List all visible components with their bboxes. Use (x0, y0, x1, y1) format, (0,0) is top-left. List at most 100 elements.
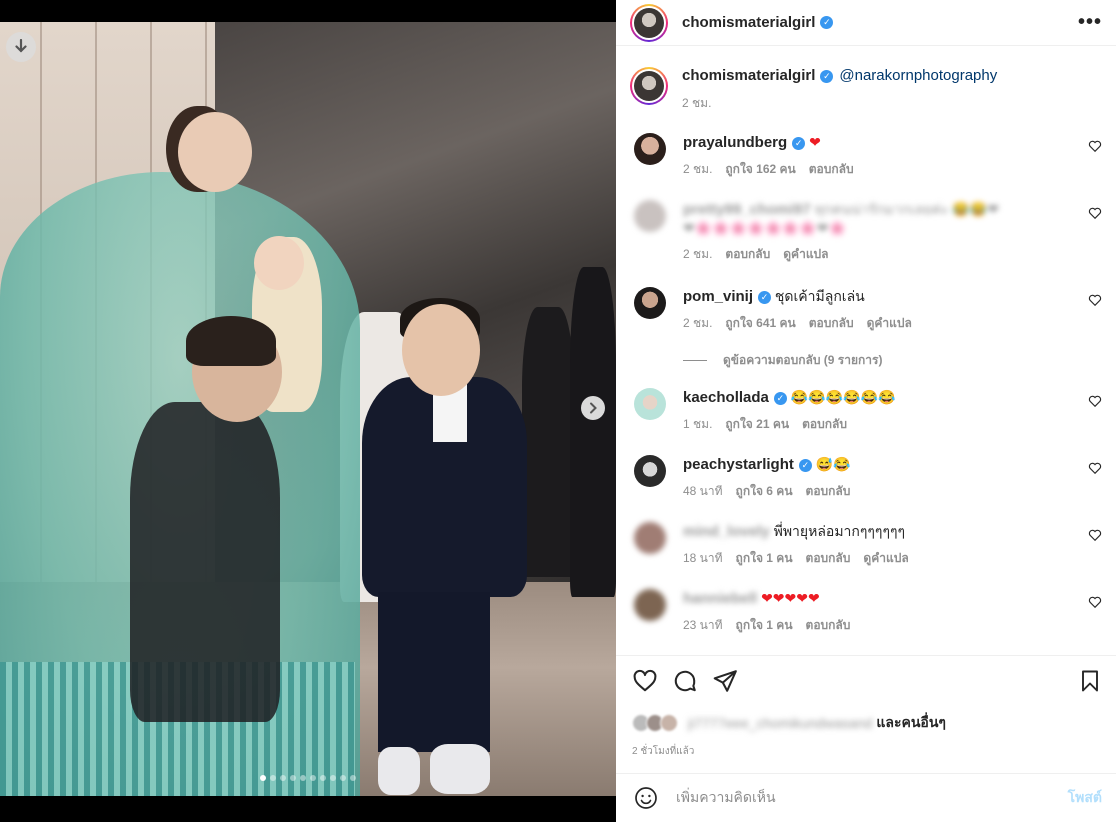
like-comment-heart-icon[interactable] (1088, 206, 1102, 220)
comment-icon[interactable] (672, 668, 698, 694)
post-comment-button[interactable]: โพสต์ (1068, 787, 1102, 809)
carousel-dot (280, 775, 286, 781)
view-replies-label[interactable]: ดูข้อความตอบกลับ (9 รายการ) (723, 351, 882, 370)
comment-text: พี่พายุหล่อมากๆๆๆๆๆๆ (773, 523, 906, 539)
reply-button[interactable]: ตอบกลับ (802, 415, 847, 434)
reply-button[interactable]: ตอบกลับ (806, 549, 851, 568)
verified-icon: ✓ (773, 391, 787, 405)
commenter-avatar[interactable] (634, 455, 666, 487)
commenter-username[interactable]: mind_lovely (683, 523, 770, 540)
comment-time: 23 นาที (683, 618, 723, 632)
commenter-username[interactable]: prayalundberg (683, 134, 787, 151)
comment-time: 2 ชม. (683, 247, 713, 261)
translate-button[interactable]: ดูคำแปล (867, 314, 912, 333)
commenter-avatar[interactable] (634, 200, 666, 232)
commenter-avatar[interactable] (634, 388, 666, 420)
reply-button[interactable]: ตอบกลับ (806, 482, 851, 501)
like-comment-heart-icon[interactable] (1088, 394, 1102, 408)
caption-avatar[interactable] (630, 67, 668, 105)
share-icon[interactable] (712, 668, 738, 694)
carousel-dot (320, 775, 326, 781)
post-caption: chomismaterialgirl ✓ @narakornphotography … (616, 55, 1116, 125)
comment-time: 2 ชม. (683, 162, 713, 176)
comment-likes[interactable]: ถูกใจ 162 คน (725, 160, 795, 179)
next-image-button[interactable] (581, 396, 605, 420)
commenter-avatar[interactable] (634, 589, 666, 621)
commenter-username[interactable]: pretty99_chomi97 (683, 201, 811, 218)
comments-list[interactable]: chomismaterialgirl ✓ @narakornphotography … (616, 55, 1116, 655)
caption-username[interactable]: chomismaterialgirl (682, 67, 815, 84)
comment-time: 2 ชม. (683, 316, 713, 330)
commenter-username[interactable]: kaechollada (683, 389, 769, 406)
emoji-icon[interactable] (634, 786, 658, 810)
download-icon (15, 39, 27, 53)
comment-text: ชุดเค้ามีลูกเล่น (774, 288, 865, 304)
like-comment-heart-icon[interactable] (1088, 528, 1102, 542)
comment-input[interactable]: เพิ่มความคิดเห็น (676, 787, 1068, 809)
translate-button[interactable]: ดูคำแปล (863, 549, 908, 568)
caption-time: 2 ชม. (682, 96, 712, 110)
add-comment-bar: เพิ่มความคิดเห็น โพสต์ (616, 773, 1116, 822)
download-button[interactable] (6, 32, 36, 62)
carousel-dot (290, 775, 296, 781)
post-side-panel: chomismaterialgirl ✓ ••• chomismaterialg… (616, 0, 1116, 822)
post-timestamp[interactable]: 2 ชั่วโมงที่แล้ว (632, 744, 694, 759)
commenter-avatar[interactable] (634, 133, 666, 165)
reply-button[interactable]: ตอบกลับ (806, 616, 851, 635)
comment-likes[interactable]: ถูกใจ 21 คน (725, 415, 789, 434)
likes-summary[interactable]: ji7777eee_chomikundwasand และคนอื่นๆ (632, 712, 946, 734)
translate-button[interactable]: ดูคำแปล (783, 245, 828, 264)
verified-icon: ✓ (792, 136, 806, 150)
carousel-dot (350, 775, 356, 781)
post-header: chomismaterialgirl ✓ ••• (616, 0, 1116, 46)
post-media (0, 0, 616, 822)
carousel-dot (270, 775, 276, 781)
like-heart-icon[interactable] (632, 668, 658, 694)
comment-time: 1 ชม. (683, 417, 713, 431)
comment-likes[interactable]: ถูกใจ 641 คน (725, 314, 795, 333)
like-comment-heart-icon[interactable] (1088, 461, 1102, 475)
comment-time: 18 นาที (683, 551, 723, 565)
comment-time: 48 นาที (683, 484, 723, 498)
likes-and-others[interactable]: และคนอื่นๆ (876, 712, 946, 734)
more-options-button[interactable]: ••• (1078, 11, 1102, 34)
reply-button[interactable]: ตอบกลับ (725, 245, 770, 264)
commenter-username[interactable]: hanniebell (683, 590, 757, 607)
comment-text: 😂😂😂😂😂😂 (790, 389, 896, 405)
comment-likes[interactable]: ถูกใจ 6 คน (736, 482, 793, 501)
like-comment-heart-icon[interactable] (1088, 139, 1102, 153)
verified-icon: ✓ (820, 69, 834, 83)
carousel-dots (0, 775, 616, 781)
carousel-dot (300, 775, 306, 781)
comment-text: ทุกคนน่ารักมากเลยค่ะ (814, 201, 949, 217)
verified-icon: ✓ (798, 458, 812, 472)
carousel-dot (310, 775, 316, 781)
reply-button[interactable]: ตอบกลับ (809, 160, 854, 179)
comment-likes[interactable]: ถูกใจ 1 คน (736, 616, 793, 635)
comment-text: 😅😂 (815, 456, 851, 472)
bookmark-icon[interactable] (1078, 668, 1102, 694)
caption-mention-link[interactable]: @narakornphotography (839, 67, 997, 84)
like-comment-heart-icon[interactable] (1088, 595, 1102, 609)
author-username[interactable]: chomismaterialgirl (682, 14, 815, 31)
commenter-avatar[interactable] (634, 522, 666, 554)
view-replies-button[interactable]: ดูข้อความตอบกลับ (9 รายการ) (683, 351, 882, 370)
carousel-dot (260, 775, 266, 781)
liker-username[interactable]: ji7777eee_chomikundwasand (688, 715, 872, 731)
comment-likes[interactable]: ถูกใจ 1 คน (736, 549, 793, 568)
reply-button[interactable]: ตอบกลับ (809, 314, 854, 333)
liker-avatar (660, 714, 678, 732)
red-heart-emoji: ❤ (809, 134, 821, 150)
commenter-avatar[interactable] (634, 287, 666, 319)
verified-icon: ✓ (820, 16, 834, 29)
like-comment-heart-icon[interactable] (1088, 293, 1102, 307)
commenter-username[interactable]: peachystarlight (683, 456, 794, 473)
verified-icon: ✓ (758, 290, 772, 304)
chevron-right-icon (590, 402, 597, 414)
post-photo[interactable] (0, 22, 616, 796)
carousel-dot (330, 775, 336, 781)
commenter-username[interactable]: pom_vinij (683, 288, 753, 305)
carousel-dot (340, 775, 346, 781)
author-avatar[interactable] (630, 3, 668, 42)
red-hearts-emoji: ❤❤❤❤❤ (761, 590, 820, 606)
